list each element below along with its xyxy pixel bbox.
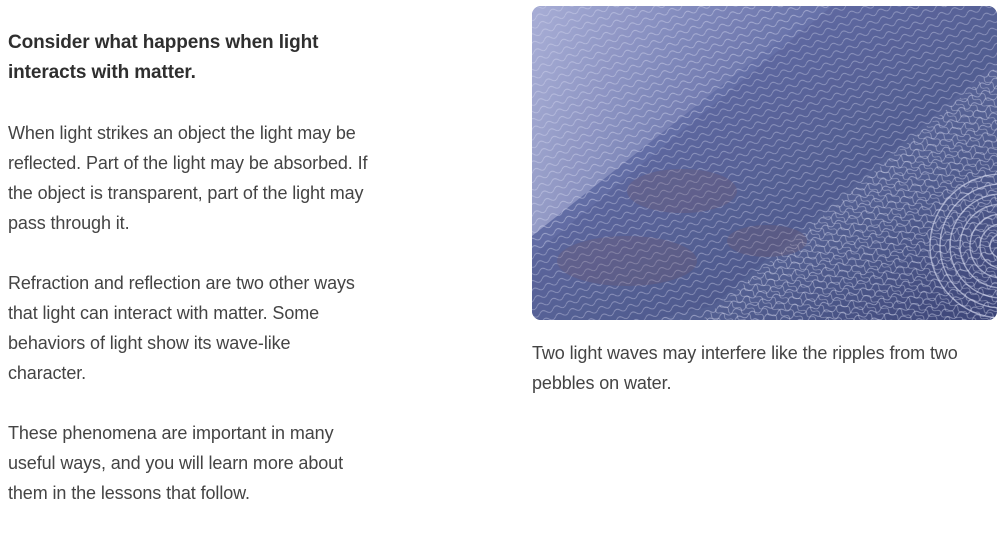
figure-caption: Two light waves may interfere like the r… [532, 343, 958, 393]
article-text: Consider what happens when light interac… [8, 28, 368, 538]
figure: Two light waves may interfere like the r… [532, 6, 997, 398]
section-heading: Consider what happens when light interac… [8, 32, 319, 83]
water-ripples-photo [532, 6, 997, 320]
paragraph-refraction-reflection: Refraction and reflection are two other … [8, 273, 355, 383]
paragraph-phenomena: These phenomena are important in many us… [8, 423, 343, 503]
paragraph-light-interaction: When light strikes an object the light m… [8, 123, 368, 233]
